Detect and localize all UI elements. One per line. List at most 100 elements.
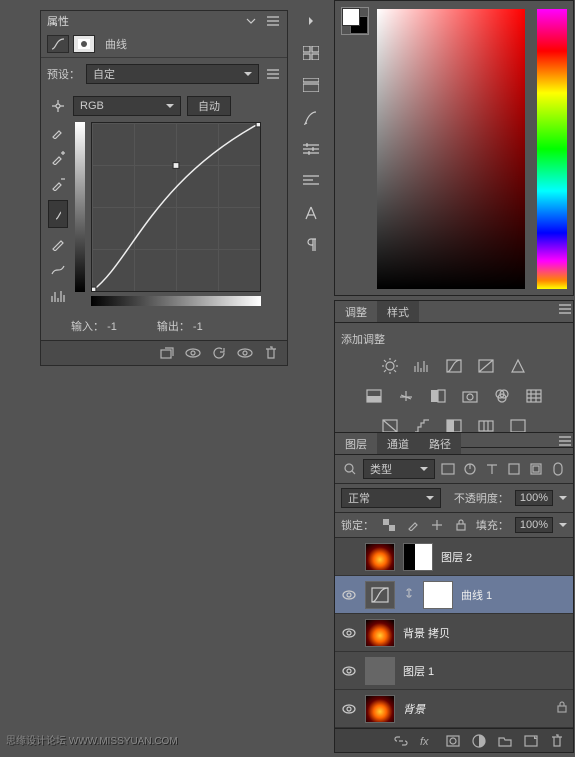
expand-handle-icon[interactable] xyxy=(298,10,324,32)
search-icon[interactable] xyxy=(341,461,359,477)
hue-slider[interactable] xyxy=(537,9,567,289)
adj-panel-menu-icon[interactable] xyxy=(557,301,573,317)
filter-shape-icon[interactable] xyxy=(505,461,523,477)
visibility-toggle[interactable] xyxy=(341,587,357,603)
filter-adjust-icon[interactable] xyxy=(461,461,479,477)
props-strip-icon[interactable] xyxy=(298,74,324,96)
collapse-icon[interactable] xyxy=(243,13,259,29)
photo-filter-icon[interactable] xyxy=(460,387,480,405)
adjust-strip-icon[interactable] xyxy=(298,138,324,160)
delete-layer-icon[interactable] xyxy=(549,733,565,749)
fg-bg-swatch[interactable] xyxy=(341,7,369,35)
eyedropper-icon[interactable] xyxy=(48,122,68,142)
eyedropper-plus-icon[interactable] xyxy=(48,148,68,168)
delete-adjustment-icon[interactable] xyxy=(263,345,279,361)
vibrance-icon[interactable] xyxy=(508,357,528,375)
exposure-icon[interactable] xyxy=(476,357,496,375)
layer-name[interactable]: 曲线 1 xyxy=(461,587,492,603)
toggle-visibility-icon[interactable] xyxy=(237,345,253,361)
layer-thumbnail[interactable] xyxy=(365,657,395,685)
paragraph-strip-icon[interactable] xyxy=(298,170,324,192)
curves-icon[interactable] xyxy=(444,357,464,375)
layer-name[interactable]: 背景 xyxy=(403,701,425,717)
add-mask-icon[interactable] xyxy=(445,733,461,749)
link-layers-icon[interactable] xyxy=(393,733,409,749)
layers-panel-menu-icon[interactable] xyxy=(557,433,573,449)
lock-transparency-icon[interactable] xyxy=(380,517,398,533)
smooth-icon[interactable] xyxy=(48,260,68,280)
layer-row[interactable]: 图层 2 xyxy=(335,538,573,576)
visibility-toggle[interactable] xyxy=(341,625,357,641)
tab-adjustments[interactable]: 调整 xyxy=(335,301,377,322)
filter-pixel-icon[interactable] xyxy=(439,461,457,477)
tab-channels[interactable]: 通道 xyxy=(377,433,419,454)
layer-row[interactable]: 背景 拷贝 xyxy=(335,614,573,652)
mask-icon-tab[interactable] xyxy=(73,35,95,53)
bw-icon[interactable] xyxy=(428,387,448,405)
visibility-toggle[interactable] xyxy=(341,663,357,679)
color-lookup-icon[interactable] xyxy=(524,387,544,405)
tab-styles[interactable]: 样式 xyxy=(377,301,419,322)
tab-layers[interactable]: 图层 xyxy=(335,433,377,454)
preset-select[interactable]: 自定 xyxy=(86,64,259,84)
preset-menu-icon[interactable] xyxy=(265,66,281,82)
swatches-strip-icon[interactable] xyxy=(298,42,324,64)
curve-point-tool-icon[interactable] xyxy=(48,200,68,228)
target-adjust-icon[interactable] xyxy=(48,96,68,116)
new-layer-icon[interactable] xyxy=(523,733,539,749)
layer-fx-icon[interactable]: fx xyxy=(419,733,435,749)
clip-to-layer-icon[interactable] xyxy=(159,345,175,361)
panel-menu-icon[interactable] xyxy=(265,13,281,29)
pencil-tool-icon[interactable] xyxy=(48,234,68,254)
layer-name[interactable]: 图层 1 xyxy=(403,663,434,679)
character-strip-icon[interactable] xyxy=(298,202,324,224)
lock-pixels-icon[interactable] xyxy=(404,517,422,533)
visibility-toggle[interactable] xyxy=(341,701,357,717)
layer-name[interactable]: 图层 2 xyxy=(441,549,472,565)
layer-thumbnail[interactable] xyxy=(365,619,395,647)
fill-drop-icon[interactable] xyxy=(559,523,567,527)
eyedropper-minus-icon[interactable] xyxy=(48,174,68,194)
view-previous-icon[interactable] xyxy=(185,345,201,361)
layer-thumbnail[interactable] xyxy=(365,543,395,571)
opacity-drop-icon[interactable] xyxy=(559,496,567,500)
channel-select[interactable]: RGB xyxy=(73,96,181,116)
reset-icon[interactable] xyxy=(211,345,227,361)
pilcrow-strip-icon[interactable] xyxy=(298,234,324,256)
new-adjustment-icon[interactable] xyxy=(471,733,487,749)
filter-smart-icon[interactable] xyxy=(527,461,545,477)
visibility-toggle[interactable] xyxy=(341,549,357,565)
curves-graph[interactable] xyxy=(91,122,261,292)
histogram-icon[interactable] xyxy=(48,286,68,306)
new-group-icon[interactable] xyxy=(497,733,513,749)
color-balance-icon[interactable] xyxy=(396,387,416,405)
hue-sat-icon[interactable] xyxy=(364,387,384,405)
opacity-value[interactable]: 100% xyxy=(515,490,553,506)
lock-position-icon[interactable] xyxy=(428,517,446,533)
lock-all-icon[interactable] xyxy=(452,517,470,533)
link-mask-icon[interactable] xyxy=(403,587,415,602)
layer-mask-thumbnail[interactable] xyxy=(423,581,453,609)
layer-row[interactable]: 曲线 1 xyxy=(335,576,573,614)
levels-icon[interactable] xyxy=(412,357,432,375)
brush-strip-icon[interactable] xyxy=(298,106,324,128)
channel-mixer-icon[interactable] xyxy=(492,387,512,405)
filter-type-icon[interactable] xyxy=(483,461,501,477)
layer-name[interactable]: 背景 拷贝 xyxy=(403,625,450,641)
color-field[interactable] xyxy=(377,9,525,289)
layer-row[interactable]: 背景 xyxy=(335,690,573,728)
foreground-color-swatch[interactable] xyxy=(342,8,360,26)
brightness-icon[interactable] xyxy=(380,357,400,375)
adjustment-thumbnail[interactable] xyxy=(365,581,395,609)
layer-mask-thumbnail[interactable] xyxy=(403,543,433,571)
adjustment-icon-tab[interactable] xyxy=(47,35,69,53)
layer-thumbnail[interactable] xyxy=(365,695,395,723)
tab-paths[interactable]: 路径 xyxy=(419,433,461,454)
layer-row[interactable]: 图层 1 xyxy=(335,652,573,690)
properties-title: 属性 xyxy=(47,13,69,29)
auto-button[interactable]: 自动 xyxy=(187,96,231,116)
layer-kind-select[interactable]: 类型 xyxy=(363,459,435,479)
filter-toggle[interactable] xyxy=(549,461,567,477)
fill-value[interactable]: 100% xyxy=(515,517,553,533)
blend-mode-select[interactable]: 正常 xyxy=(341,488,441,508)
